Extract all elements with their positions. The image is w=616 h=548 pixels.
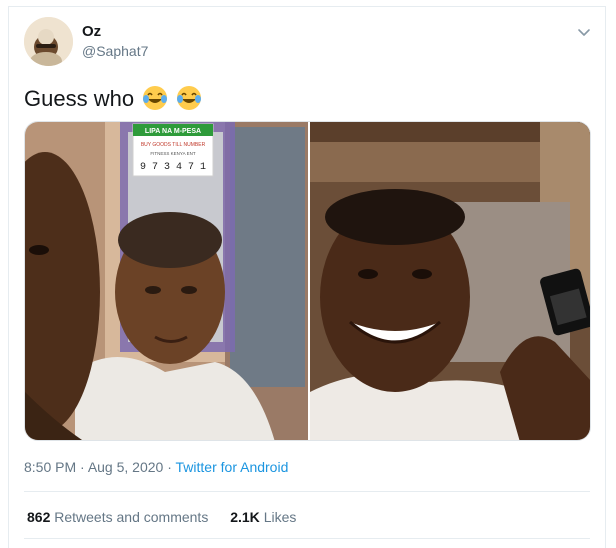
sign-line1: LIPA NA M-PESA — [145, 128, 201, 135]
tweet-date[interactable]: Aug 5, 2020 — [88, 459, 164, 475]
retweets-label: Retweets and comments — [54, 509, 209, 525]
media-photo-right[interactable] — [310, 122, 590, 440]
retweets-count: 862 — [27, 509, 51, 525]
media-photo-left[interactable]: LIPA NA M-PESA BUY GOODS TILL NUMBER FIT… — [25, 122, 308, 440]
meta-separator: · — [76, 459, 88, 475]
sign-line3: FITNESS KENYA ENT — [150, 151, 195, 156]
laughing-emoji-icon — [142, 85, 168, 111]
tweet-source-link[interactable]: Twitter for Android — [176, 459, 289, 475]
divider — [24, 491, 590, 492]
meta-separator: · — [163, 459, 176, 475]
author-avatar[interactable] — [24, 17, 73, 66]
likes-count: 2.1K — [230, 509, 260, 525]
tweet-media: LIPA NA M-PESA BUY GOODS TILL NUMBER FIT… — [24, 121, 591, 441]
sign-line2: BUY GOODS TILL NUMBER — [141, 142, 206, 148]
divider — [24, 538, 590, 539]
tweet-text: Guess who — [24, 85, 202, 113]
tweet-body: Guess who — [24, 86, 135, 111]
retweets-stat[interactable]: 862 Retweets and comments — [27, 509, 208, 525]
likes-stat[interactable]: 2.1K Likes — [230, 509, 296, 525]
author-handle[interactable]: @Saphat7 — [82, 43, 148, 59]
tweet-metadata: 8:50 PM · Aug 5, 2020 · Twitter for Andr… — [24, 459, 288, 475]
author-name[interactable]: Oz — [82, 23, 101, 40]
sign-digits: 9 7 3 4 7 1 — [140, 162, 206, 173]
likes-label: Likes — [263, 509, 297, 525]
tweet-time[interactable]: 8:50 PM — [24, 459, 76, 475]
laughing-emoji-icon — [176, 85, 202, 111]
tweet-stats: 862 Retweets and comments 2.1K Likes — [27, 509, 314, 525]
chevron-down-icon[interactable] — [576, 24, 592, 40]
